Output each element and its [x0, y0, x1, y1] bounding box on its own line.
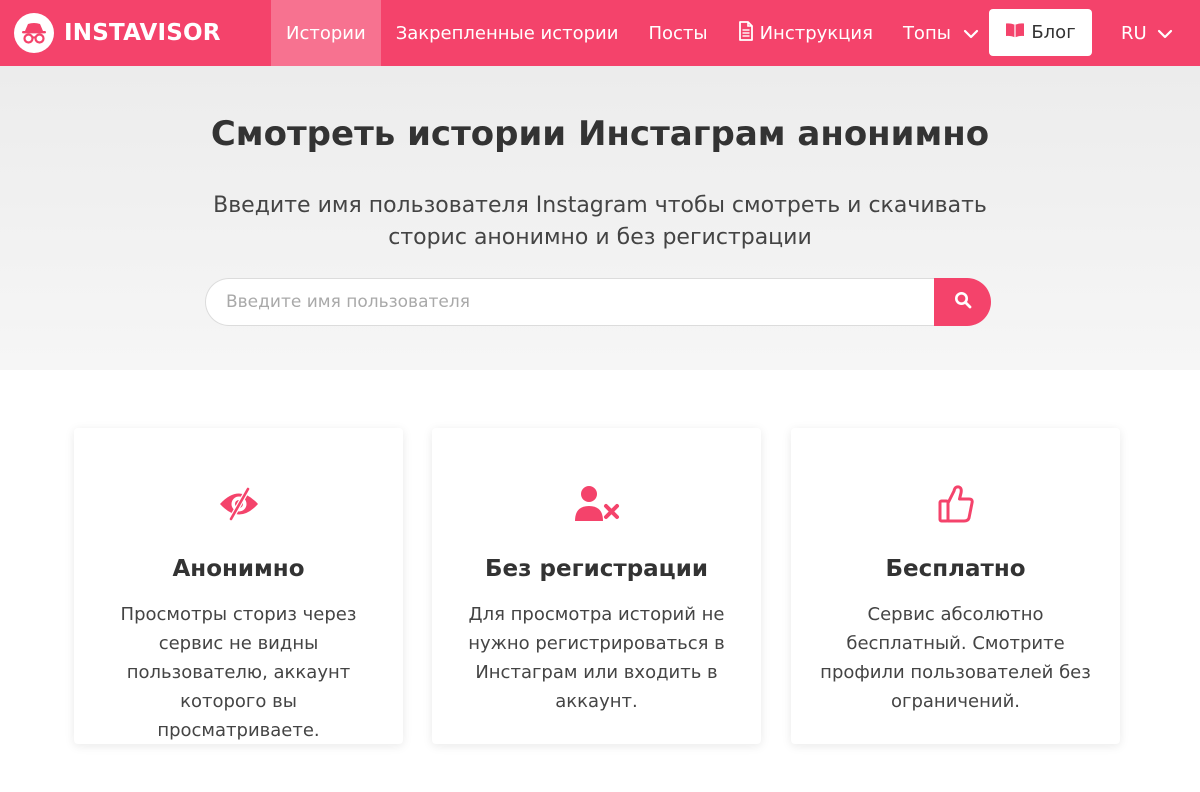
page-title: Смотреть истории Инстаграм анонимно [210, 114, 990, 154]
top-navbar: INSTAVISOR Истории Закрепленные истории … [0, 0, 1200, 66]
blog-button[interactable]: Блог [989, 9, 1092, 56]
feature-card-free: Бесплатно Сервис абсолютно бесплатный. С… [791, 428, 1120, 744]
eye-slash-icon [74, 484, 403, 524]
nav-item-posts[interactable]: Посты [633, 0, 722, 66]
feature-title: Без регистрации [485, 556, 708, 582]
hero-subtitle-line: сторис анонимно и без регистрации [388, 225, 812, 250]
brand-name: INSTAVISOR [64, 20, 221, 46]
feature-title: Анонимно [172, 556, 305, 582]
nav-item-instructions[interactable]: Инструкция [723, 0, 888, 66]
feature-description: Просмотры сториз через сервис не видны п… [120, 604, 357, 741]
language-code: RU [1121, 22, 1147, 44]
search-form [205, 278, 991, 326]
blog-label: Блог [1031, 22, 1076, 43]
hero-subtitle-line: Введите имя пользователя Instagram чтобы… [213, 193, 987, 218]
incognito-icon [14, 13, 54, 53]
hero-section: Смотреть истории Инстаграм анонимно Введ… [0, 66, 1200, 370]
chevron-down-icon [1157, 23, 1173, 44]
nav-item-label: Истории [286, 22, 366, 44]
search-button[interactable] [934, 278, 991, 326]
hero-subtitle: Введите имя пользователя Instagram чтобы… [200, 190, 1000, 254]
username-search-input[interactable] [205, 278, 934, 326]
nav-item-label: Посты [648, 22, 708, 44]
book-icon [1005, 22, 1025, 43]
user-times-icon [432, 484, 761, 524]
brand-link[interactable]: INSTAVISOR [14, 13, 221, 53]
nav-item-label: Закрепленные истории [395, 22, 619, 44]
search-icon [954, 291, 972, 313]
nav-item-stories[interactable]: Истории [271, 0, 381, 66]
chevron-down-icon [963, 23, 979, 44]
nav-item-pinned-stories[interactable]: Закрепленные истории [381, 0, 634, 66]
feature-title: Бесплатно [885, 556, 1026, 582]
main-nav: Истории Закрепленные истории Посты Инстр… [271, 0, 994, 66]
feature-description: Сервис абсолютно бесплатный. Смотрите пр… [820, 604, 1091, 712]
nav-item-label: Топы [902, 22, 951, 44]
nav-item-label: Инструкция [759, 22, 873, 44]
feature-card-anonymous: Анонимно Просмотры сториз через сервис н… [74, 428, 403, 744]
document-icon [738, 20, 754, 46]
language-selector[interactable]: RU [1121, 0, 1173, 66]
nav-item-tops-dropdown[interactable]: Топы [888, 0, 994, 66]
feature-description: Для просмотра историй не нужно регистрир… [468, 604, 725, 712]
thumbs-up-icon [791, 484, 1120, 524]
feature-card-no-registration: Без регистрации Для просмотра историй не… [432, 428, 761, 744]
